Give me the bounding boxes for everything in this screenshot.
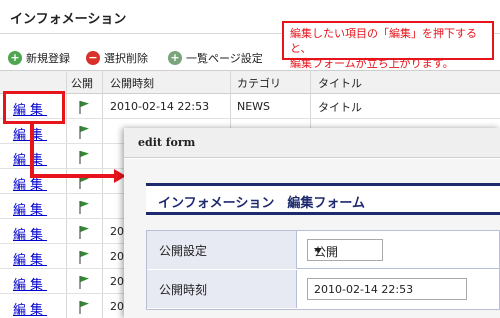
annotation-callout: 編集したい項目の「編集」を押下すると、 編集フォームが立ち上がります。: [282, 21, 494, 70]
table-header: 公開 公開時刻 カテゴリ タイトル: [0, 70, 500, 94]
publish-time-cell: 2010-02-14 22:53: [110, 100, 210, 113]
field-label-public: 公開設定: [147, 231, 297, 269]
flag-icon: [78, 125, 90, 139]
plus-icon: +: [168, 51, 182, 65]
edit-form-fields: 公開設定 公開 公開時刻: [146, 230, 500, 310]
publish-time-input[interactable]: [307, 278, 467, 300]
annotation-line: 編集フォームが立ち上がります。: [290, 57, 454, 70]
edit-link[interactable]: 編集: [13, 224, 47, 243]
field-label-text: 公開設定: [159, 244, 208, 258]
field-label-text: 公開時刻: [159, 283, 208, 297]
minus-icon: −: [86, 51, 100, 65]
edit-form-titlebar[interactable]: edit form: [124, 128, 500, 158]
annotation-line: 編集したい項目の「編集」を押下すると、: [290, 27, 477, 55]
edit-form-window-title: edit form: [138, 136, 196, 149]
edit-link[interactable]: 編集: [13, 199, 47, 218]
delete-selected-button[interactable]: − 選択削除: [86, 50, 148, 66]
page-title: インフォメーション: [10, 12, 127, 27]
flag-icon: [78, 150, 90, 164]
public-setting-select[interactable]: 公開: [307, 239, 383, 261]
flag-icon: [78, 225, 90, 239]
arrow-line: [30, 174, 116, 178]
column-header-category: カテゴリ: [237, 77, 281, 90]
new-entry-button[interactable]: + 新規登録: [8, 50, 70, 66]
list-settings-label: 一覧ページ設定: [186, 52, 263, 65]
table-row: 編集 2010-02-14 22:53 NEWS タイトル: [0, 94, 500, 119]
flag-icon: [78, 250, 90, 264]
column-header-title: タイトル: [318, 77, 362, 90]
edit-link-highlight: [3, 91, 65, 124]
category-cell: NEWS: [237, 100, 271, 113]
field-row-time: 公開時刻: [147, 270, 500, 308]
chevron-down-icon: [314, 248, 322, 253]
edit-form-window: edit form インフォメーション 編集フォーム 公開設定 公開 公開時刻: [124, 128, 500, 318]
delete-selected-label: 選択削除: [104, 52, 148, 65]
flag-icon: [78, 100, 90, 114]
edit-form-heading: インフォメーション 編集フォーム: [146, 183, 500, 215]
field-row-public: 公開設定 公開: [147, 231, 500, 269]
flag-icon: [78, 275, 90, 289]
column-header-public: 公開: [71, 77, 93, 90]
list-settings-button[interactable]: + 一覧ページ設定: [168, 50, 263, 66]
edit-link[interactable]: 編集: [13, 274, 47, 293]
title-cell: タイトル: [318, 101, 362, 114]
edit-form-heading-text: インフォメーション 編集フォーム: [158, 196, 365, 211]
arrow-line: [30, 124, 34, 176]
flag-icon: [78, 300, 90, 314]
field-label-time: 公開時刻: [147, 270, 297, 308]
flag-icon: [78, 200, 90, 214]
column-header-time: 公開時刻: [110, 77, 154, 90]
edit-link[interactable]: 編集: [13, 249, 47, 268]
edit-link[interactable]: 編集: [13, 299, 47, 318]
new-entry-label: 新規登録: [26, 52, 70, 65]
plus-icon: +: [8, 51, 22, 65]
